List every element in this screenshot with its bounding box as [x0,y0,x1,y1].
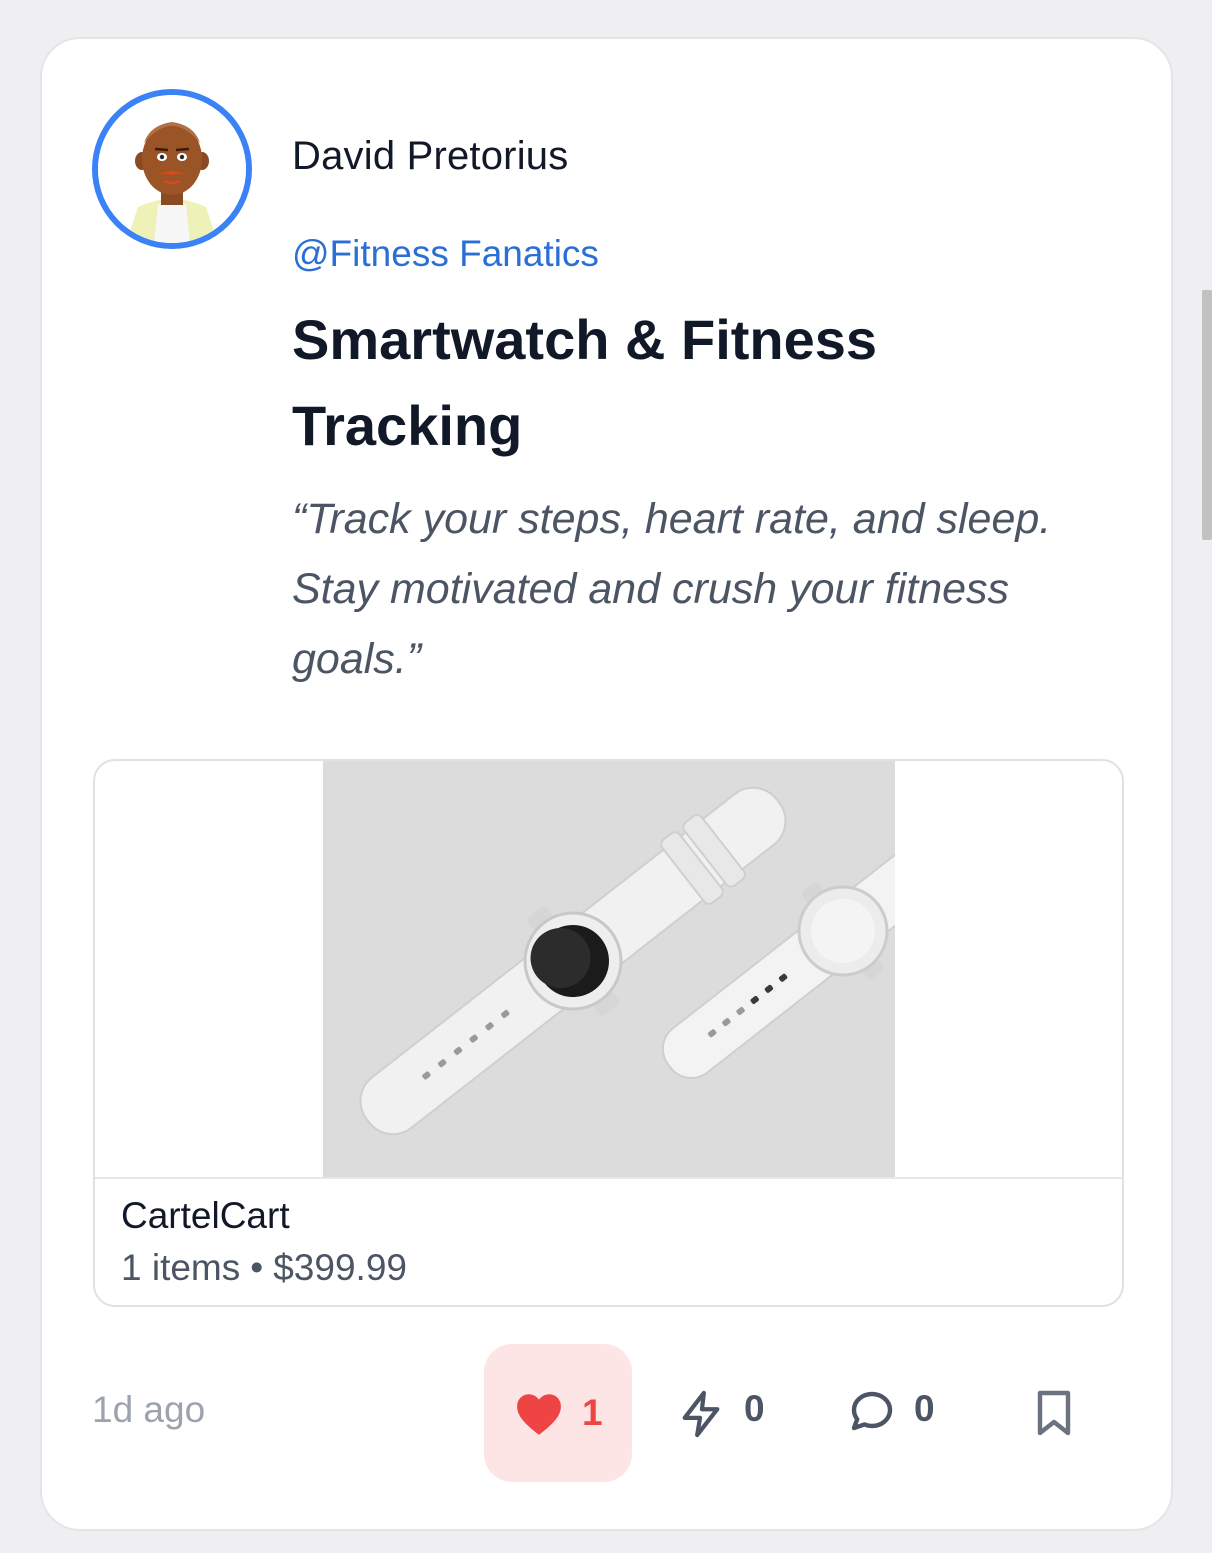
avatar-illustration [98,95,246,243]
like-count: 1 [582,1392,603,1433]
comment-button[interactable]: 0 [848,1384,948,1440]
avatar[interactable] [92,89,252,249]
bookmark-icon [1034,1390,1074,1441]
item-count: 1 items [121,1247,241,1288]
lightning-icon [678,1388,724,1445]
like-button[interactable]: 1 [484,1344,632,1482]
divider [95,1177,1122,1179]
separator-dot: • [250,1247,264,1288]
bookmark-button[interactable] [1034,1389,1074,1442]
post-timestamp: 1d ago [92,1389,206,1430]
boost-button[interactable]: 0 [678,1384,778,1440]
heart-icon [514,1391,564,1442]
comment-count: 0 [914,1388,935,1429]
community-link[interactable]: @Fitness Fanatics [292,233,599,275]
scrollbar-thumb[interactable] [1202,290,1212,540]
product-meta: 1 items • $399.99 [121,1247,407,1289]
author-name[interactable]: David Pretorius [292,134,568,179]
store-name: CartelCart [121,1195,290,1236]
comment-icon [848,1388,896,1443]
post-quote: “Track your steps, heart rate, and sleep… [292,495,1052,683]
product-card[interactable]: CartelCart 1 items • $399.99 [93,759,1124,1307]
price: $399.99 [273,1247,407,1288]
boost-count: 0 [744,1388,765,1429]
post-card: David Pretorius @Fitness Fanatics Smartw… [40,37,1173,1531]
product-image[interactable] [323,761,962,1177]
post-title: Smartwatch & Fitness Tracking [292,308,878,457]
smartwatch-illustration [323,761,962,1177]
